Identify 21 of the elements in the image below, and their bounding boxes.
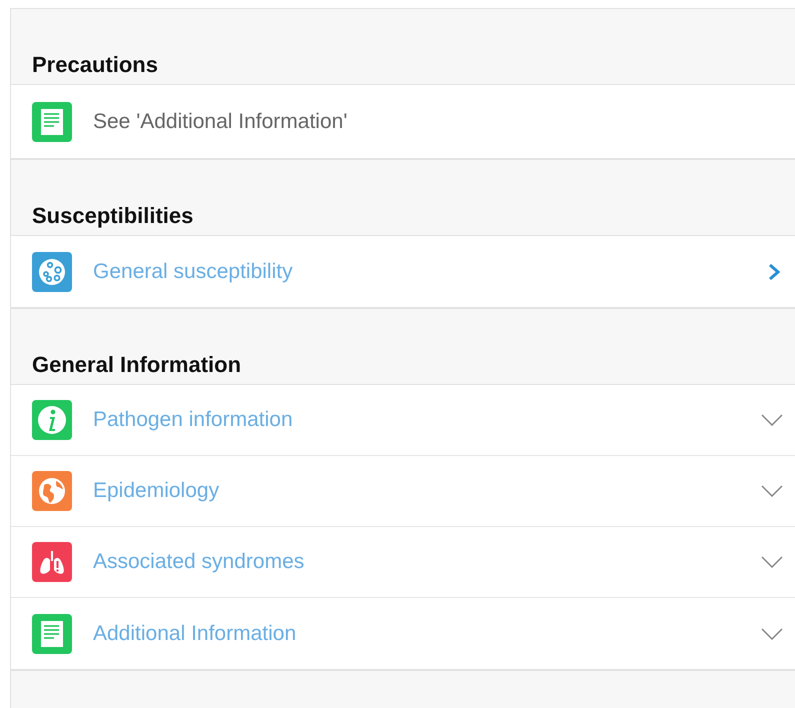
chevron-right-icon bbox=[767, 262, 781, 280]
section-heading: Susceptibilities bbox=[32, 202, 194, 230]
item-label: See 'Additional Information' bbox=[93, 110, 348, 134]
document-icon bbox=[32, 614, 72, 654]
item-label: General susceptibility bbox=[93, 260, 294, 284]
section-heading: General Information bbox=[32, 351, 242, 379]
item-label: Additional Information bbox=[93, 622, 298, 646]
item-label: Pathogen information bbox=[93, 408, 294, 432]
info-icon bbox=[32, 400, 72, 440]
item-label: Epidemiology bbox=[93, 479, 220, 503]
list-item[interactable]: Epidemiology bbox=[11, 456, 795, 527]
list-item[interactable]: Additional Information bbox=[11, 598, 795, 669]
section-heading: Precautions bbox=[32, 51, 158, 79]
lungs-icon bbox=[32, 542, 72, 582]
list-item[interactable]: Pathogen information bbox=[11, 385, 795, 456]
globe-icon bbox=[32, 471, 72, 511]
cells-icon bbox=[32, 252, 72, 292]
list-item[interactable]: General susceptibility bbox=[11, 236, 795, 307]
list-item[interactable]: Associated syndromes bbox=[11, 527, 795, 598]
document-icon bbox=[32, 102, 72, 142]
item-label: Associated syndromes bbox=[93, 550, 306, 574]
